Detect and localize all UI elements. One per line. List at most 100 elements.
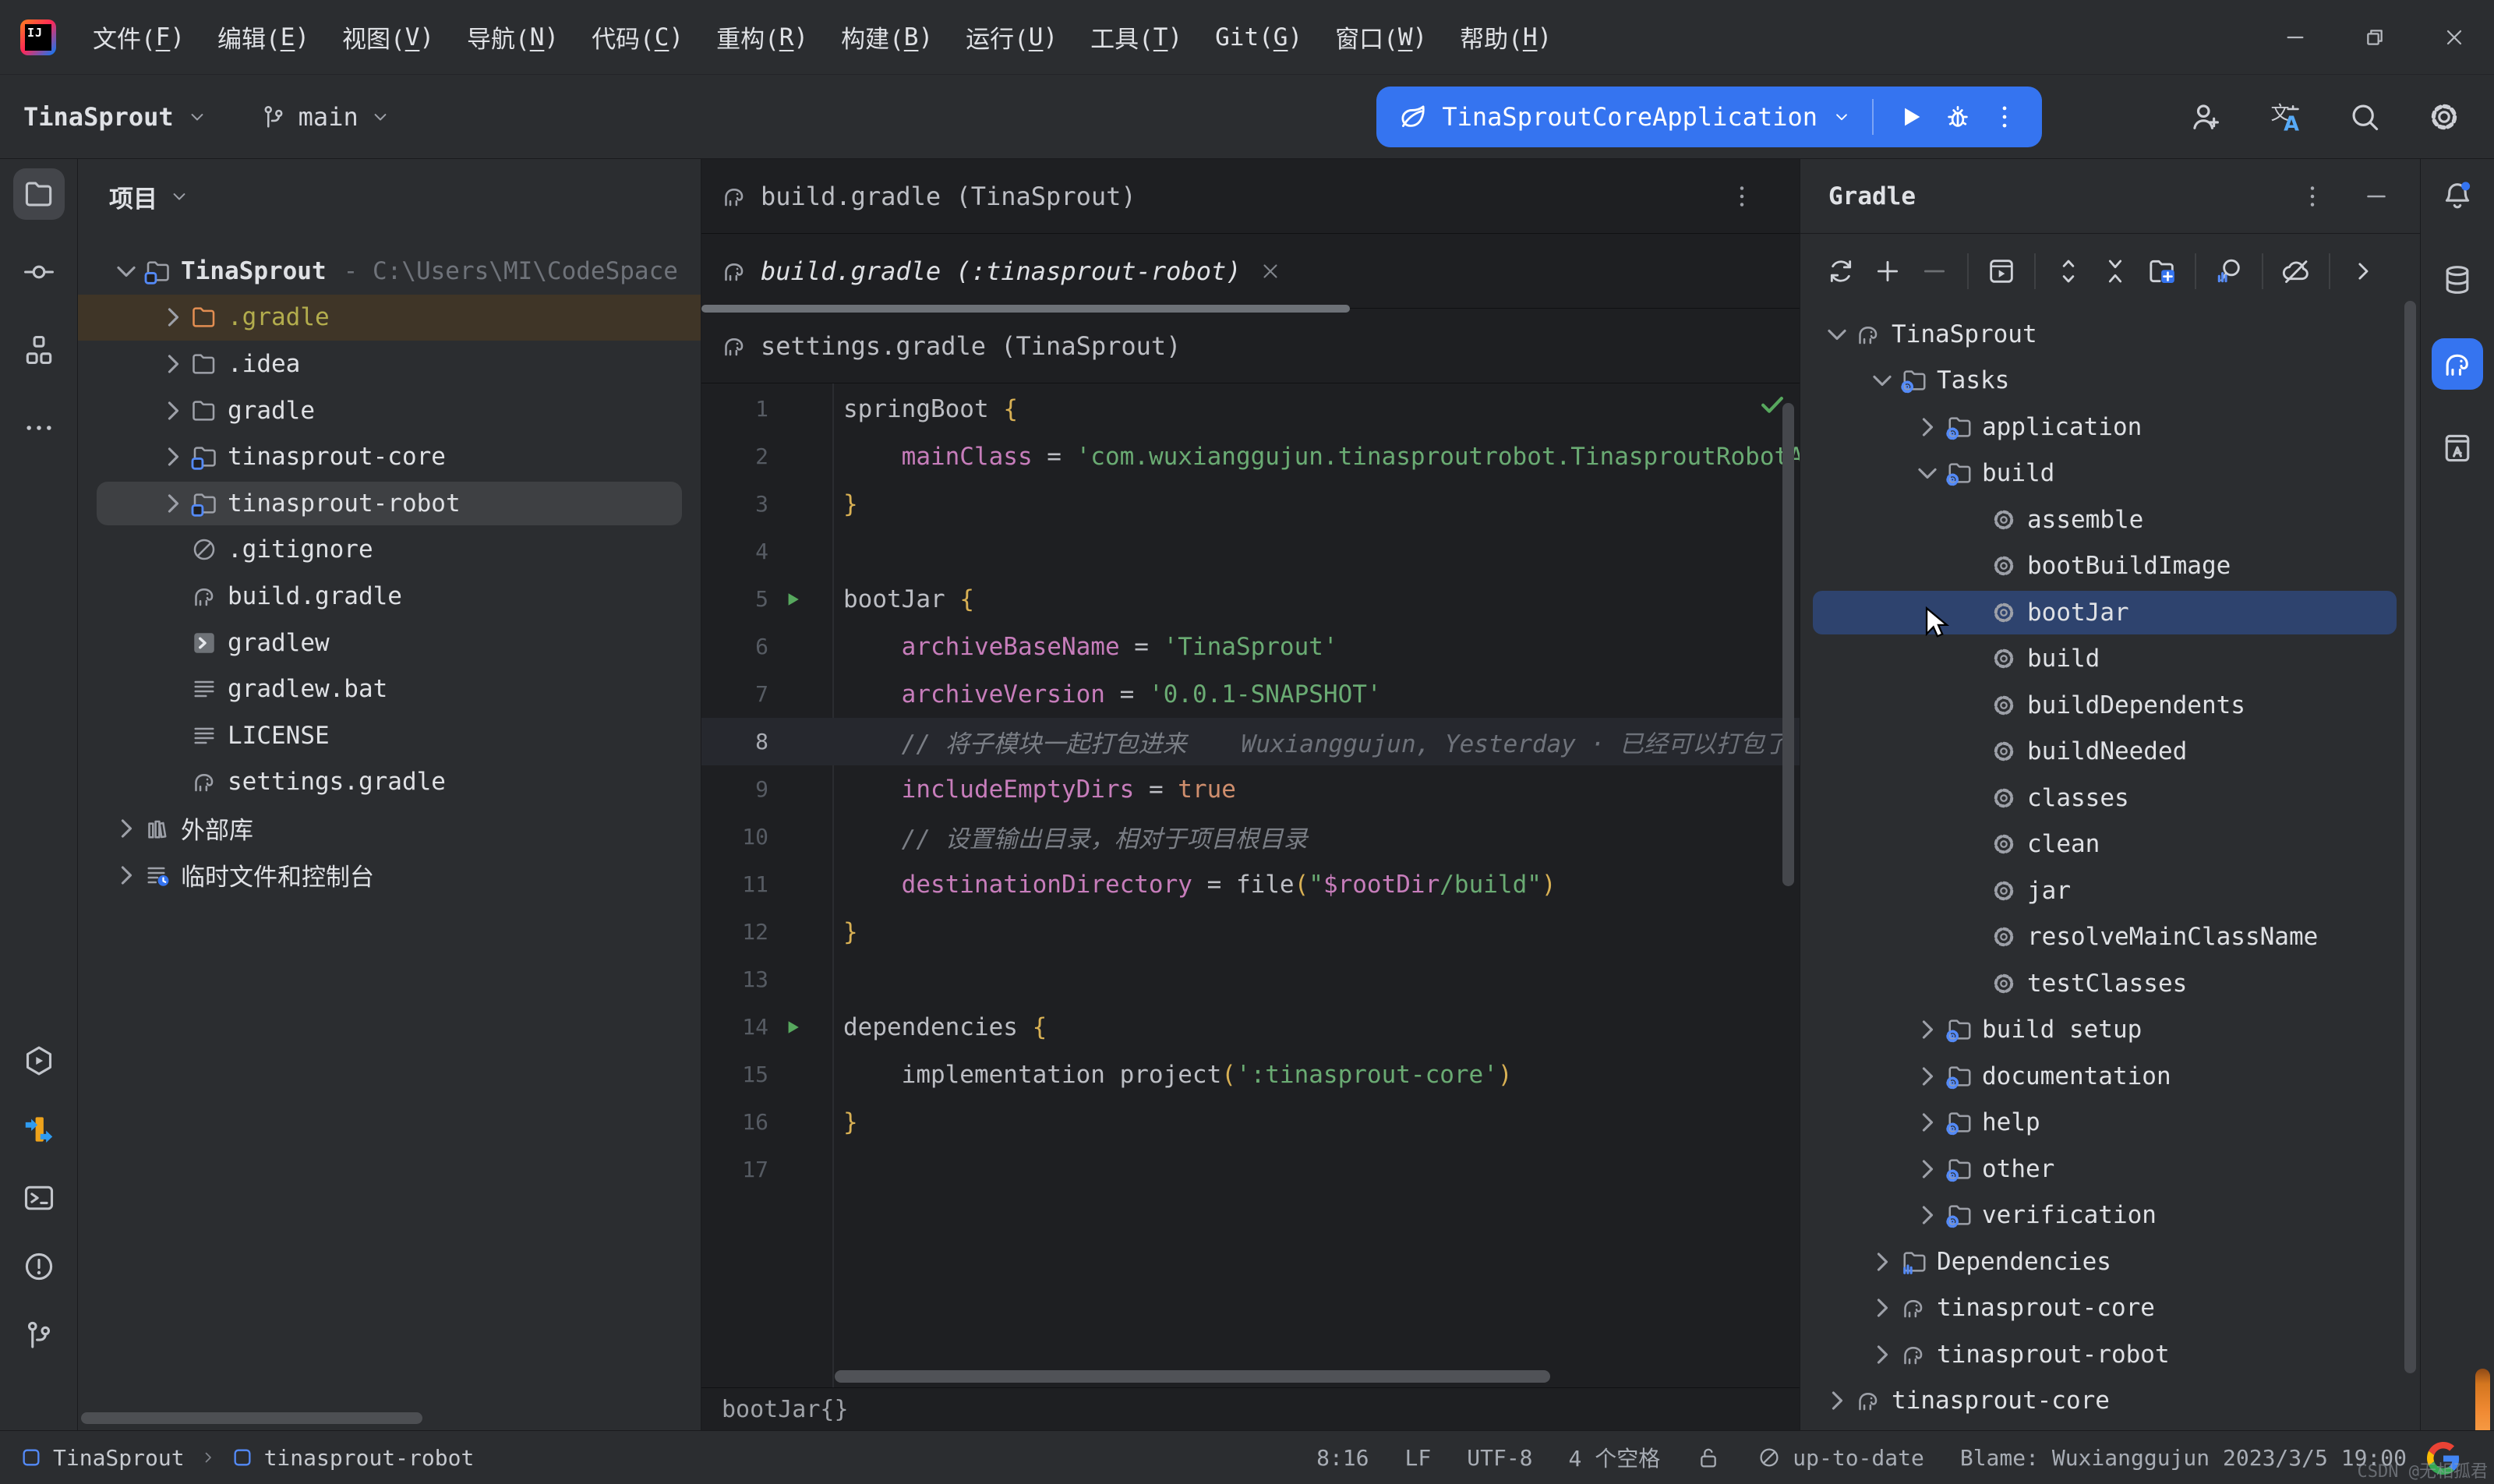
run-config-name[interactable]: TinaSproutCoreApplication [1442, 102, 1818, 132]
tree-item-TinaSprout[interactable]: TinaSprout - C:\Users\MI\CodeSpace [78, 248, 701, 295]
gradle-expand-all-button[interactable] [2045, 248, 2092, 295]
tree-item-TinaSprout[interactable]: TinaSprout [1800, 311, 2420, 358]
more-vertical-button[interactable] [2298, 182, 2326, 210]
code-line[interactable]: 1 springBoot { [701, 385, 1800, 433]
win-restore-button[interactable] [2335, 0, 2415, 74]
tree-item-testClasses[interactable]: testClasses [1800, 960, 2420, 1007]
status-widget[interactable]: UTF-8 [1467, 1445, 1532, 1471]
problems-tool-button[interactable] [16, 1244, 62, 1289]
database-tool-button[interactable] [2432, 254, 2483, 306]
menu-item-E[interactable]: 编辑(E) [201, 0, 326, 74]
translate-button[interactable]: 文A [2266, 98, 2304, 136]
status-widget[interactable]: 4 个空格 [1569, 1442, 1661, 1473]
more-horizontal-tool-button[interactable] [13, 402, 65, 454]
code-line[interactable]: 2 mainClass = 'com.wuxianggujun.tinaspro… [701, 433, 1800, 480]
tab-options-button[interactable] [1728, 182, 1756, 210]
tree-item-help[interactable]: help [1800, 1100, 2420, 1147]
tree-item-settings.gradle[interactable]: settings.gradle [78, 759, 701, 806]
structure-tool-button[interactable] [13, 324, 65, 376]
menu-item-R[interactable]: 重构(R) [700, 0, 825, 74]
status-breadcrumb-item[interactable]: TinaSprout [20, 1445, 185, 1471]
gradle-logo-tool-button[interactable] [2432, 338, 2483, 390]
tree-item-verification[interactable]: verification [1800, 1192, 2420, 1239]
code-line[interactable]: 5 bootJar { [701, 575, 1800, 623]
menu-item-T[interactable]: 工具(T) [1074, 0, 1199, 74]
run-button[interactable] [1894, 100, 1928, 134]
breadcrumb-item[interactable]: bootJar{} [722, 1396, 849, 1423]
tree-item-.gradle[interactable]: .gradle [78, 294, 701, 341]
code-line[interactable]: 11 destinationDirectory = file(" $rootDir… [701, 860, 1800, 908]
status-widget[interactable] [1696, 1445, 1721, 1470]
gradle-offline-button[interactable] [2273, 248, 2319, 295]
menu-item-C[interactable]: 代码(C) [575, 0, 700, 74]
code-line[interactable]: 16} [701, 1098, 1800, 1146]
tree-item-build.gradle[interactable]: build.gradle [78, 573, 701, 620]
tree-item-Tasks[interactable]: Tasks [1800, 358, 2420, 405]
code-line[interactable]: 7 archiveVersion = '0.0.1-SNAPSHOT' [701, 670, 1800, 718]
project-folder-tool-button[interactable] [12, 168, 65, 220]
code-line[interactable]: 8 // 将子模块一起打包进来 Wuxianggujun, Yesterday ·… [701, 718, 1800, 765]
project-horizontal-scrollbar[interactable] [81, 1412, 422, 1424]
documentation-tool-button[interactable] [2432, 422, 2483, 474]
menu-item-V[interactable]: 视图(V) [326, 0, 450, 74]
menu-item-W[interactable]: 窗口(W) [1319, 0, 1443, 74]
code-line[interactable]: 9 includeEmptyDirs = true [701, 765, 1800, 813]
gradle-remove-button[interactable] [1911, 248, 1958, 295]
code-line[interactable]: 15 implementation project(':tinasprout-c… [701, 1051, 1800, 1098]
code-line[interactable]: 17 [701, 1146, 1800, 1193]
tree-item-clean[interactable]: clean [1800, 822, 2420, 868]
status-breadcrumb-item[interactable]: tinasprout-robot [231, 1445, 474, 1471]
code-line[interactable]: 13 [701, 956, 1800, 1003]
terminal-tool-button[interactable] [16, 1175, 62, 1221]
tree-item-buildDependents[interactable]: buildDependents [1800, 682, 2420, 729]
gradle-sync-button[interactable] [1818, 248, 1864, 295]
tree-item-buildNeeded[interactable]: buildNeeded [1800, 729, 2420, 776]
settings-button[interactable] [2425, 98, 2463, 136]
win-close-button[interactable] [2415, 0, 2494, 74]
search-everywhere-button[interactable] [2346, 98, 2383, 136]
tree-item-gradlew[interactable]: gradlew [78, 620, 701, 666]
tree-item-临时文件和控制台[interactable]: 临时文件和控制台 [78, 852, 701, 899]
editor-breadcrumbs[interactable]: bootJar{} [701, 1387, 1800, 1430]
gradle-collapse-all-button[interactable] [2092, 248, 2139, 295]
code-line[interactable]: 6 archiveBaseName = 'TinaSprout' [701, 623, 1800, 670]
code-line[interactable]: 3} [701, 480, 1800, 528]
tree-item-tinasprout-core[interactable]: tinasprout-core [1800, 1378, 2420, 1425]
menu-item-F[interactable]: 文件(F) [76, 0, 201, 74]
run-more-button[interactable] [1987, 100, 2022, 134]
tree-item-application[interactable]: application [1800, 404, 2420, 450]
editor-tab[interactable]: build.gradle (TinaSprout) [701, 159, 1800, 234]
menu-item-N[interactable]: 导航(N) [450, 0, 575, 74]
status-widget[interactable]: LF [1405, 1445, 1432, 1471]
status-widget[interactable]: up-to-date [1757, 1445, 1924, 1471]
plugin-tool-button[interactable] [16, 1107, 62, 1152]
editor-horizontal-scrollbar[interactable] [835, 1370, 1550, 1383]
tree-item-bootJar[interactable]: bootJar [1800, 589, 2420, 636]
close-icon[interactable] [1259, 260, 1282, 283]
project-widget[interactable]: TinaSprout [23, 102, 208, 132]
win-minimize-button[interactable] [2256, 0, 2335, 74]
status-widget[interactable]: Blame: Wuxianggujun 2023/3/5 19:00 [1960, 1445, 2407, 1471]
menu-item-G[interactable]: Git(G) [1199, 0, 1319, 74]
tree-item-tinasprout-core[interactable]: tinasprout-core [1800, 1285, 2420, 1332]
gradle-chevron-right-button[interactable] [2340, 248, 2386, 295]
tree-item-gradlew.bat[interactable]: gradlew.bat [78, 666, 701, 712]
menu-item-B[interactable]: 构建(B) [825, 0, 949, 74]
services-tool-button[interactable] [16, 1038, 62, 1083]
gradle-run-task-button[interactable] [1978, 248, 2025, 295]
code-editor[interactable]: 1 springBoot {2 mainClass = 'com.wuxiangg… [701, 383, 1800, 1387]
splitter-drag-bar[interactable] [701, 305, 1350, 313]
minimize-panel-button[interactable] [2362, 182, 2390, 210]
gradle-vertical-scrollbar[interactable] [2404, 301, 2416, 1373]
add-user-button[interactable] [2187, 98, 2224, 136]
editor-tab[interactable]: settings.gradle (TinaSprout) [701, 309, 1800, 383]
tree-item-classes[interactable]: classes [1800, 775, 2420, 822]
commit-tool-button[interactable] [13, 246, 65, 298]
tree-item-gradle[interactable]: gradle [78, 387, 701, 434]
status-widget[interactable]: 8:16 [1316, 1445, 1369, 1471]
tree-item-build[interactable]: build [1800, 450, 2420, 497]
code-line[interactable]: 10 // 设置输出目录，相对于项目根目录 [701, 813, 1800, 860]
code-line[interactable]: 14 dependencies { [701, 1003, 1800, 1051]
branch-widget[interactable]: main [260, 102, 391, 132]
menu-item-U[interactable]: 运行(U) [949, 0, 1074, 74]
